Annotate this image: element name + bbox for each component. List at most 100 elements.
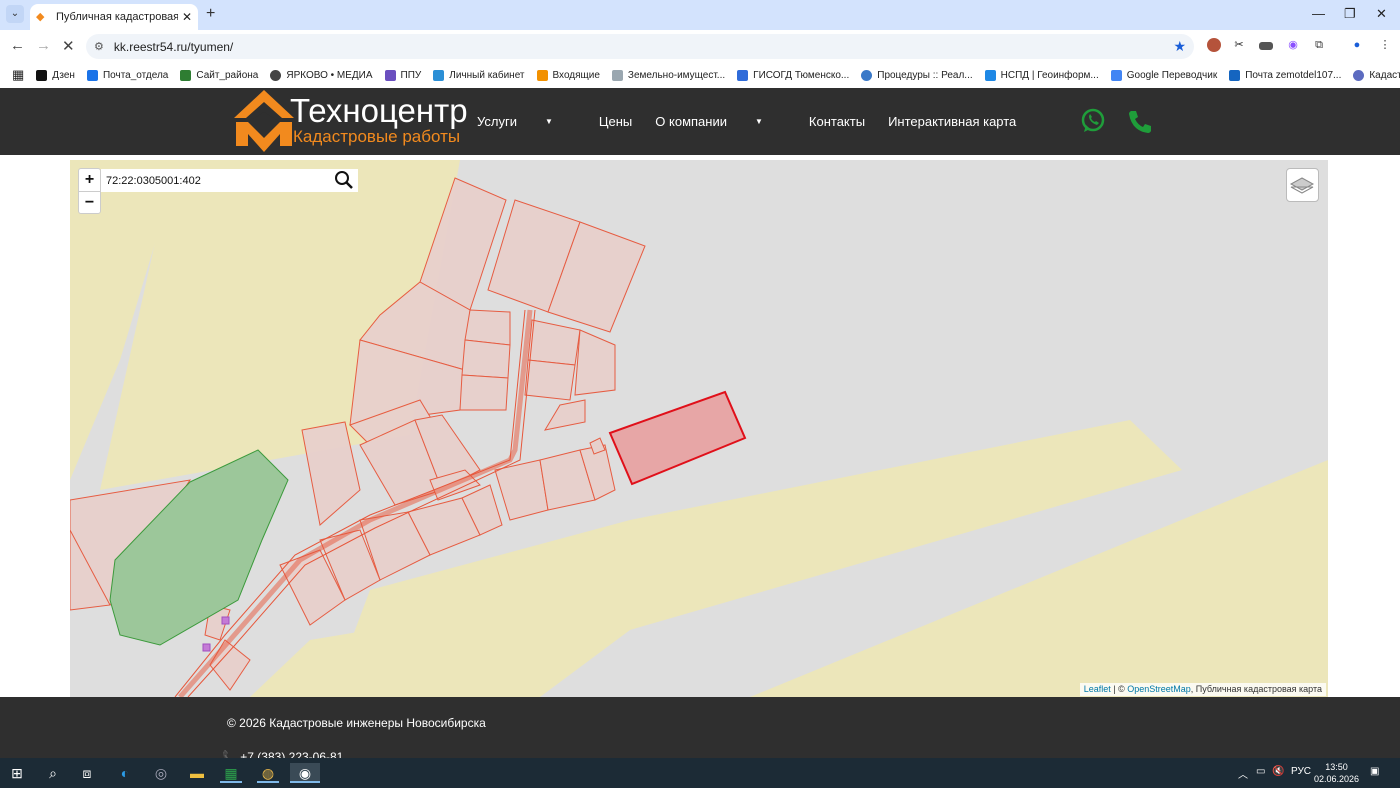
technocentr-logo-icon[interactable] [234,88,294,155]
menu-item-services[interactable]: Услуги ▼ [477,114,576,129]
tab-close-icon[interactable]: ✕ [182,10,192,24]
cadastral-map[interactable] [70,160,1328,697]
browser-menu-icon[interactable]: ⋮ [1378,38,1392,52]
brand-name[interactable]: Техноцентр [290,93,468,129]
back-icon[interactable]: ← [10,37,25,54]
stop-loading-icon[interactable]: ✕ [62,37,75,55]
zoom-out-button[interactable]: − [79,191,100,213]
site-header: Техноцентр Кадастровые работы Услуги ▼ Це… [0,88,1400,155]
browser-tab-active[interactable]: ◆ Публичная кадастровая карта ✕ [30,4,198,30]
caret-down-icon: ▼ [754,117,763,126]
bookmark-item[interactable]: Процедуры :: Реал... [861,69,973,81]
building-marker[interactable] [221,616,230,625]
bookmark-favicon-icon [984,69,996,81]
restore-icon[interactable]: ❐ [1344,6,1356,22]
layers-button[interactable] [1286,168,1319,202]
extension-icon-3[interactable]: ◉ [1286,38,1300,52]
menu-item-contacts[interactable]: Контакты [809,114,865,129]
footer-phone[interactable]: 📞 +7 (383) 223-06-81 [222,750,343,758]
address-bar[interactable]: ⚙ kk.reestr54.ru/tyumen/ ★ [86,34,1194,59]
bookmark-item[interactable]: Кадастровая карта:... [1353,69,1400,81]
layers-icon [1289,177,1315,194]
bookmark-star-icon[interactable]: ★ [1173,38,1186,55]
tab-title: Публичная кадастровая карта [56,11,178,23]
bookmark-favicon-icon [536,69,548,81]
extension-icon[interactable] [1207,38,1221,52]
app-icon-2[interactable]: ◍ [257,763,279,783]
notifications-icon[interactable]: ▣ [1370,766,1379,777]
search-value: 72:22:0305001:402 [106,174,201,187]
whatsapp-icon[interactable] [1080,108,1106,134]
bookmark-item[interactable]: Почта zemotdel107... [1229,69,1341,81]
excel-icon[interactable]: ▦ [220,763,242,783]
main-menu: Услуги ▼ Цены О компании ▼ Контакты Интера… [477,114,1039,129]
edge-browser-icon[interactable]: ◐ [114,763,136,783]
site-footer: © 2026 Кадастровые инженеры Новосибирска… [0,697,1400,758]
menu-item-about[interactable]: О компании ▼ [655,114,786,129]
url-text: kk.reestr54.ru/tyumen/ [113,39,234,54]
zoom-in-button[interactable]: + [79,169,100,191]
osm-link[interactable]: OpenStreetMap [1127,684,1191,694]
leaflet-link[interactable]: Leaflet [1084,684,1111,694]
caret-down-icon: ▼ [544,117,553,126]
bookmarks-bar: ▦ Дзен Почта_отдела Сайт_района ЯРКОВО •… [0,62,1400,88]
volume-muted-icon[interactable]: 🔇 [1272,766,1284,777]
site-info-icon[interactable]: ⚙ [94,40,104,53]
brand-subtitle: Кадастровые работы [293,127,461,146]
bookmark-item[interactable]: ЯРКОВО • МЕДИА [270,69,373,81]
bookmark-favicon-icon [270,69,282,81]
bookmark-favicon-icon [180,69,192,81]
bookmark-favicon-icon [1110,69,1122,81]
minimize-icon[interactable]: — [1312,6,1325,21]
new-tab-button[interactable]: + [206,5,215,23]
browser-tab-strip: ⌄ ◆ Публичная кадастровая карта ✕ + — ❐ … [0,0,1400,30]
tray-chevron-icon[interactable]: ︿ [1238,766,1248,781]
clock[interactable]: 13:50 02.06.2026 [1314,761,1359,785]
network-icon[interactable]: ▭ [1256,766,1265,777]
bookmark-item[interactable]: Входящие [536,69,600,81]
app-icon[interactable]: ◎ [150,763,172,783]
menu-item-map[interactable]: Интерактивная карта [888,114,1016,129]
selected-parcel[interactable] [608,390,747,486]
phone-icon[interactable] [1127,108,1153,134]
site-favicon-icon: ◆ [36,11,45,23]
windows-taskbar: ⊞ ⌕ ⧈ ◐ ◎ ▬ ▦ ◍ ◉ ︿ ▭ 🔇 РУС 13:50 02.06.… [0,758,1400,788]
bookmark-item[interactable]: НСПД | Геоинформ... [984,69,1099,81]
bookmark-favicon-icon [1353,69,1365,81]
bookmark-item[interactable]: Почта_отдела [86,69,168,81]
forward-icon[interactable]: → [36,37,51,54]
bookmark-item[interactable]: Личный кабинет [433,69,525,81]
bookmark-item[interactable]: ГИСОГД Тюменско... [737,69,849,81]
task-view-icon[interactable]: ⧈ [76,763,98,783]
zoom-control: + − [78,168,101,214]
bookmark-item[interactable]: Сайт_района [180,69,258,81]
bookmark-item[interactable]: Дзен [36,69,75,81]
bookmark-favicon-icon [1229,69,1241,81]
bookmark-item[interactable]: Земельно-имущест... [611,69,725,81]
extension-icon-2[interactable] [1259,42,1273,50]
chrome-icon[interactable]: ◉ [290,763,320,783]
file-explorer-icon[interactable]: ▬ [186,763,208,783]
profile-avatar-icon[interactable]: ● [1350,38,1364,52]
browser-toolbar: ← → ✕ ⚙ kk.reestr54.ru/tyumen/ ★ ✂ ◉ ⧉ ●… [0,30,1400,62]
search-icon[interactable] [334,170,354,190]
language-indicator[interactable]: РУС [1291,766,1311,777]
cadastral-search-input[interactable]: 72:22:0305001:402 [101,169,358,192]
bookmark-favicon-icon [737,69,749,81]
start-menu-icon[interactable]: ⊞ [6,763,28,783]
building-marker[interactable] [202,643,211,652]
footer-copyright: © 2026 Кадастровые инженеры Новосибирска [227,716,486,730]
extension-tools-icon[interactable]: ✂ [1232,38,1246,52]
map-attribution: Leaflet | © OpenStreetMap, Публичная кад… [1079,683,1326,696]
tab-search-chevron-icon[interactable]: ⌄ [6,5,24,23]
search-taskbar-icon[interactable]: ⌕ [42,763,64,783]
map-tiles[interactable] [70,160,1328,697]
bookmark-item[interactable]: Google Переводчик [1110,69,1217,81]
extensions-puzzle-icon[interactable]: ⧉ [1312,38,1326,52]
bookmark-item[interactable]: ППУ [384,69,421,81]
apps-grid-icon[interactable]: ▦ [12,67,24,83]
bookmark-favicon-icon [384,69,396,81]
menu-item-prices[interactable]: Цены [599,114,632,129]
bookmark-favicon-icon [36,69,48,81]
close-window-icon[interactable]: ✕ [1376,6,1387,22]
